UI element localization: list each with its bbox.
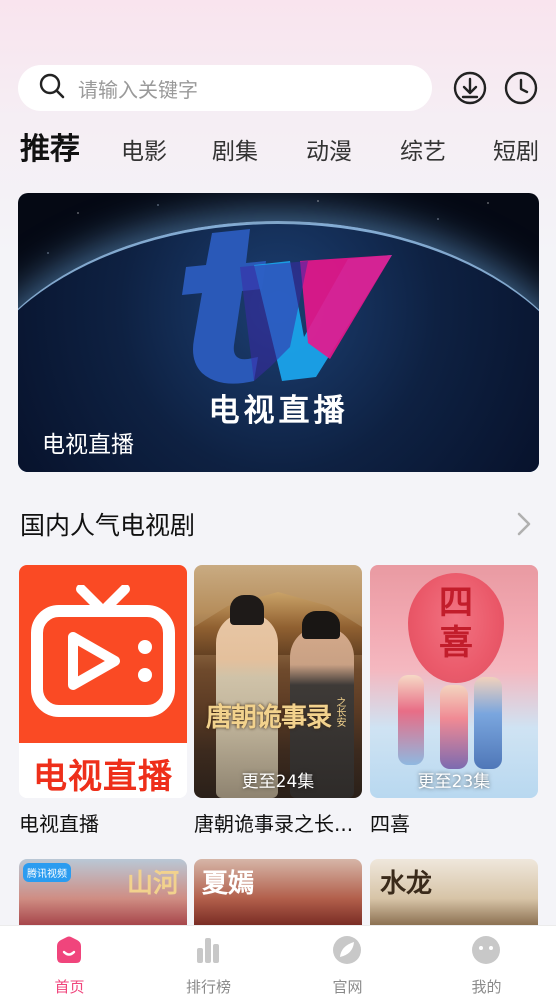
poster-text: 四喜: [439, 583, 473, 663]
video-poster: 唐朝诡事录 之长安 更至24集: [194, 565, 362, 798]
poster-subtext: 之长安: [334, 697, 345, 727]
bar-chart-icon: [197, 938, 219, 963]
tab-movie[interactable]: 电影: [121, 132, 167, 172]
poster-text: 水龙: [380, 869, 433, 899]
nav-official-site[interactable]: 官网: [278, 926, 417, 999]
video-card[interactable]: 腾讯视频 山河: [19, 859, 187, 925]
nav-label: 官网: [332, 978, 363, 996]
home-icon: [57, 936, 81, 963]
leaf-icon: [333, 936, 361, 964]
search-bar[interactable]: 请输入关键字: [18, 65, 432, 111]
video-card[interactable]: 夏嫣: [194, 859, 362, 925]
search-placeholder: 请输入关键字: [78, 77, 198, 102]
video-card[interactable]: 唐朝诡事录 之长安 更至24集 唐朝诡事录之长...: [194, 565, 362, 837]
bottom-nav: 首页 排行榜 官网 我的: [0, 925, 556, 999]
nav-home[interactable]: 首页: [0, 926, 139, 999]
nav-ranking[interactable]: 排行榜: [139, 926, 278, 999]
chevron-right-icon[interactable]: [514, 510, 534, 538]
nav-label: 我的: [471, 978, 502, 996]
tv-icon: [31, 585, 175, 717]
video-card[interactable]: 电视直播 电视直播: [19, 565, 187, 837]
hero-logo-text: 电视直播: [208, 393, 349, 429]
nav-mine[interactable]: 我的: [417, 926, 556, 999]
video-card[interactable]: 水龙: [370, 859, 538, 925]
smiley-face-icon: [472, 936, 500, 964]
download-icon[interactable]: [453, 71, 487, 105]
tab-series[interactable]: 剧集: [212, 132, 258, 172]
hero-caption: 电视直播: [42, 432, 134, 458]
history-clock-icon[interactable]: [504, 71, 538, 105]
video-poster: 四喜 更至23集: [370, 565, 538, 798]
video-poster: 电视直播: [19, 565, 187, 798]
tv-logo-icon: [182, 229, 392, 384]
platform-tag: 腾讯视频: [23, 863, 71, 882]
poster-text: 电视直播: [33, 757, 173, 797]
tab-short-drama[interactable]: 短剧: [493, 132, 539, 172]
tab-variety[interactable]: 综艺: [400, 132, 446, 172]
episode-badge: 更至23集: [417, 772, 491, 792]
poster-text: 山河: [126, 869, 179, 899]
poster-text: 唐朝诡事录: [206, 703, 332, 733]
hero-banner[interactable]: 电视直播 电视直播: [18, 193, 539, 472]
tab-anime[interactable]: 动漫: [306, 132, 352, 172]
search-icon: [38, 72, 66, 104]
section-title: 国内人气电视剧: [20, 511, 196, 540]
video-title: 四喜: [370, 812, 410, 836]
tab-recommend[interactable]: 推荐: [20, 130, 80, 170]
poster-text: 夏嫣: [202, 869, 255, 899]
video-title: 电视直播: [19, 812, 99, 836]
nav-label: 排行榜: [185, 978, 231, 996]
nav-label: 首页: [54, 978, 85, 996]
category-tabs: 推荐 电影 剧集 动漫 综艺 短剧: [0, 132, 556, 176]
episode-badge: 更至24集: [241, 772, 315, 792]
video-card[interactable]: 四喜 更至23集 四喜: [370, 565, 538, 837]
video-title: 唐朝诡事录之长...: [194, 812, 354, 836]
